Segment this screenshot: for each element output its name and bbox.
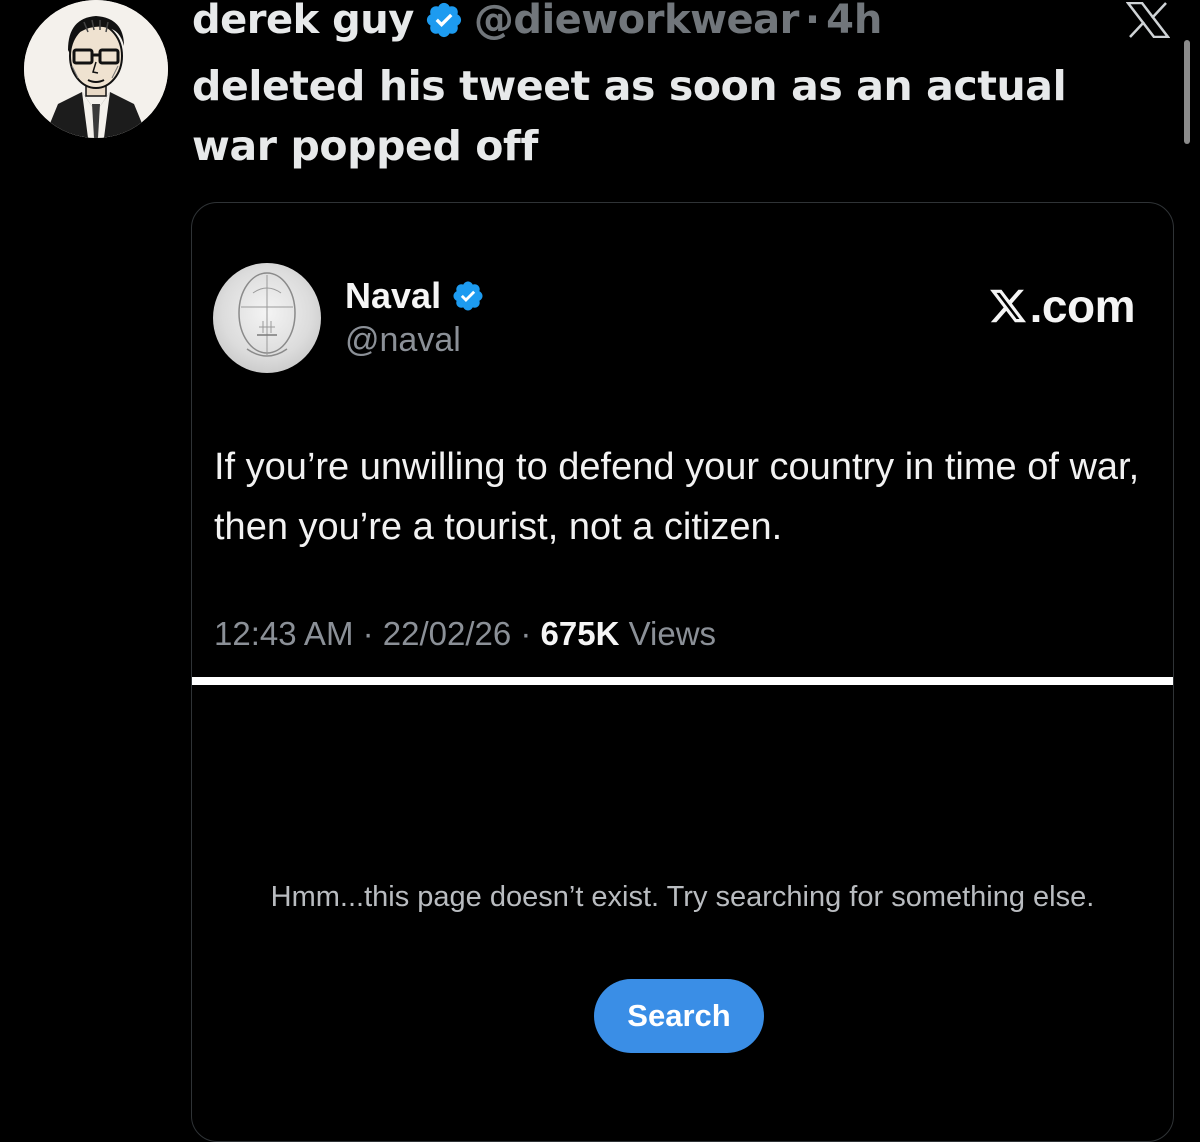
divider — [192, 677, 1173, 685]
post-text: deleted his tweet as soon as an actual w… — [192, 62, 1067, 170]
search-button[interactable]: Search — [594, 979, 764, 1053]
views-label: Views — [619, 615, 717, 652]
quoted-author-name: Naval — [345, 275, 442, 316]
x-logo-icon — [989, 289, 1026, 323]
author-name[interactable]: derek guy — [192, 0, 414, 43]
quoted-meta: 12:43 AM · 22/02/26 · 675K Views — [214, 615, 716, 653]
quoted-text: If you’re unwilling to defend your count… — [214, 446, 1140, 548]
scrollbar[interactable] — [1184, 40, 1190, 144]
quoted-name-row: Naval — [345, 275, 485, 317]
post-time[interactable]: 4h — [826, 0, 882, 43]
xcom-label: .com — [1029, 280, 1136, 332]
embedded-screenshot-card[interactable]: Naval @naval .com If you’re unwilling to… — [191, 202, 1174, 1142]
views-count: 675K — [540, 615, 620, 652]
quoted-author-avatar — [213, 263, 321, 373]
illustrated-man-portrait-avatar — [24, 0, 168, 138]
sketched-head-avatar — [238, 272, 296, 357]
xcom-watermark: .com — [988, 279, 1136, 333]
author-avatar[interactable] — [24, 0, 168, 138]
author-handle[interactable]: @dieworkwear — [474, 0, 800, 43]
post-header: derek guy @dieworkwear · 4h — [192, 0, 882, 48]
error-message: Hmm...this page doesn’t exist. Try searc… — [270, 881, 1095, 913]
quoted-author-handle: @naval — [345, 321, 461, 359]
verified-badge-icon — [426, 2, 461, 38]
x-logo-close-icon[interactable] — [1126, 2, 1170, 38]
verified-badge-icon — [453, 281, 483, 311]
separator-dot: · — [804, 0, 821, 43]
quoted-timestamp: 12:43 AM · 22/02/26 · — [214, 615, 541, 652]
